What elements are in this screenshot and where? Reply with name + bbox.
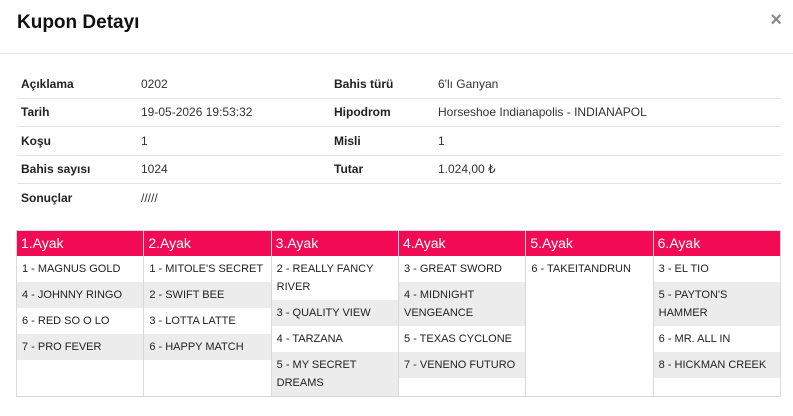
- leg-column: 1.Ayak 1 - MAGNUS GOLD 4 - JOHNNY RINGO 6 -…: [17, 231, 145, 396]
- race-label: Koşu: [21, 133, 51, 148]
- bet-count-value: 1024: [141, 162, 168, 177]
- horse-selection: 6 - RED SO O LO: [22, 315, 110, 327]
- detail-row: Sonuçlar /////: [17, 184, 781, 213]
- horse-selection: 6 - MR. ALL IN: [658, 333, 731, 345]
- bet-count-label: Bahis sayısı: [21, 162, 91, 177]
- date-value: 19-05-2026 19:53:32: [141, 105, 253, 120]
- horse-selection: 6 - TAKEITANDRUN: [531, 263, 631, 275]
- horse-selection: 3 - QUALITY VIEW: [271, 300, 398, 326]
- date-label: Tarih: [21, 105, 50, 120]
- horse-selection: 3 - GREAT SWORD: [403, 263, 502, 275]
- horse-selection: 6 - HAPPY MATCH: [144, 334, 271, 360]
- amount-label: Tutar: [334, 162, 364, 177]
- leg-header: 2.Ayak: [144, 231, 271, 256]
- leg-column: 2.Ayak 1 - MITOLE'S SECRET 2 - SWIFT BEE 3 …: [144, 231, 272, 396]
- detail-row: Bahis sayısı 1024 Tutar 1.024,00 ₺: [17, 156, 781, 184]
- leg-column: 6.Ayak 3 - EL TIO 5 - PAYTON'S HAMMER 6 - M…: [653, 231, 780, 396]
- detail-row: Koşu 1 Misli 1: [17, 127, 781, 156]
- horse-selection: 1 - MITOLE'S SECRET: [149, 263, 264, 275]
- leg-column: 5.Ayak 6 - TAKEITANDRUN: [526, 231, 654, 396]
- detail-row: Tarih 19-05-2026 19:53:32 Hipodrom Horse…: [17, 99, 781, 127]
- multiplier-value: 1: [438, 133, 445, 148]
- horse-selection: 5 - PAYTON'S HAMMER: [653, 282, 780, 326]
- results-value: /////: [141, 191, 158, 206]
- detail-row: Açıklama 0202 Bahis türü 6'lı Ganyan: [17, 70, 781, 99]
- bet-type-label: Bahis türü: [334, 76, 394, 91]
- modal-header: Kupon Detayı ×: [0, 0, 793, 54]
- horse-selection: 3 - EL TIO: [658, 263, 709, 275]
- legs-grid: 1.Ayak 1 - MAGNUS GOLD 4 - JOHNNY RINGO 6 -…: [16, 230, 781, 397]
- leg-header: 4.Ayak: [398, 231, 526, 256]
- horse-selection: 4 - TARZANA: [276, 333, 343, 345]
- close-icon[interactable]: ×: [770, 9, 782, 32]
- horse-selection: 8 - HICKMAN CREEK: [653, 352, 780, 378]
- results-label: Sonuçlar: [21, 191, 73, 206]
- leg-header: 1.Ayak: [17, 231, 144, 256]
- horse-selection: 4 - JOHNNY RINGO: [17, 282, 144, 308]
- description-label: Açıklama: [21, 76, 74, 91]
- leg-column: 4.Ayak 3 - GREAT SWORD 4 - MIDNIGHT VENGEA…: [398, 231, 527, 396]
- horse-selection: 4 - MIDNIGHT VENGEANCE: [398, 282, 526, 326]
- racetrack-value: Horseshoe Indianapolis - INDIANAPOL: [438, 105, 647, 120]
- modal-title: Kupon Detayı: [17, 12, 140, 33]
- multiplier-label: Misli: [334, 133, 361, 148]
- horse-selection: 3 - LOTTA LATTE: [149, 315, 236, 327]
- race-value: 1: [141, 133, 148, 148]
- horse-selection: 5 - TEXAS CYCLONE: [403, 333, 512, 345]
- horse-selection: 7 - PRO FEVER: [17, 334, 144, 360]
- leg-column: 3.Ayak 2 - REALLY FANCY RIVER 3 - QUALITY …: [271, 231, 399, 396]
- horse-selection: 7 - VENENO FUTURO: [398, 352, 526, 378]
- leg-header: 6.Ayak: [653, 231, 780, 256]
- horse-selection: 2 - REALLY FANCY RIVER: [276, 263, 374, 293]
- coupon-details-table: Açıklama 0202 Bahis türü 6'lı Ganyan Tar…: [17, 70, 781, 213]
- horse-selection: 1 - MAGNUS GOLD: [22, 263, 121, 275]
- racetrack-label: Hipodrom: [334, 105, 391, 120]
- amount-value: 1.024,00 ₺: [438, 162, 496, 177]
- horse-selection: 2 - SWIFT BEE: [144, 282, 271, 308]
- horse-selection: 5 - MY SECRET DREAMS: [271, 352, 398, 396]
- leg-header: 5.Ayak: [526, 231, 653, 256]
- bet-type-value: 6'lı Ganyan: [438, 76, 499, 91]
- description-value: 0202: [141, 76, 168, 91]
- leg-header: 3.Ayak: [271, 231, 398, 256]
